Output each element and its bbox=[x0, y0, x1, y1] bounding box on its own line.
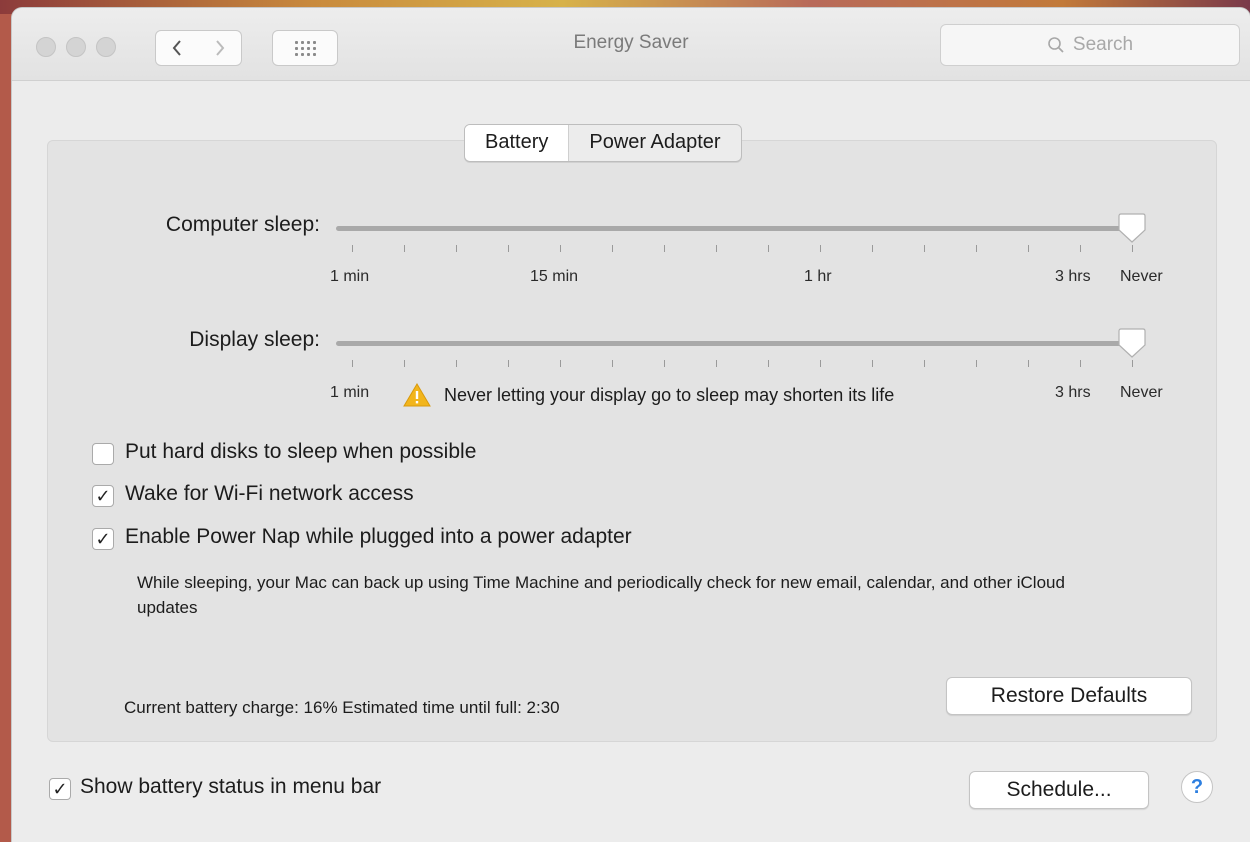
display-sleep-tick-never: Never bbox=[1120, 384, 1163, 401]
slider-tick bbox=[976, 360, 977, 367]
checkmark-icon: ✓ bbox=[95, 486, 111, 506]
display-sleep-tick-1min: 1 min bbox=[330, 384, 370, 401]
search-icon bbox=[1048, 37, 1064, 53]
slider-tick bbox=[352, 245, 353, 252]
slider-tick bbox=[456, 360, 457, 367]
display-sleep-slider-knob[interactable] bbox=[1118, 327, 1146, 359]
slider-tick bbox=[560, 360, 561, 367]
show-battery-status-checkbox[interactable]: ✓ bbox=[49, 778, 71, 800]
slider-tick bbox=[612, 245, 613, 252]
slider-tick bbox=[1132, 360, 1133, 367]
slider-tick bbox=[560, 245, 561, 252]
power-nap-description: While sleeping, your Mac can back up usi… bbox=[137, 573, 1065, 617]
slider-tick bbox=[404, 360, 405, 367]
slider-tick bbox=[404, 245, 405, 252]
slider-tick bbox=[768, 360, 769, 367]
hard-disks-sleep-checkbox[interactable] bbox=[92, 443, 114, 465]
computer-sleep-label: Computer sleep: bbox=[165, 213, 320, 236]
power-nap-checkbox[interactable]: ✓ bbox=[92, 528, 114, 550]
hard-disks-sleep-label[interactable]: Put hard disks to sleep when possible bbox=[125, 440, 476, 464]
search-field[interactable]: Search bbox=[940, 24, 1240, 66]
display-sleep-tick-3hrs: 3 hrs bbox=[1055, 384, 1091, 401]
energy-saver-window: Energy Saver Search Battery Power Adapte… bbox=[12, 8, 1250, 842]
slider-tick bbox=[976, 245, 977, 252]
slider-tick bbox=[612, 360, 613, 367]
display-sleep-label: Display sleep: bbox=[189, 328, 320, 351]
wake-wifi-checkbox[interactable]: ✓ bbox=[92, 485, 114, 507]
checkmark-icon: ✓ bbox=[95, 529, 111, 549]
slider-tick bbox=[716, 360, 717, 367]
slider-tick bbox=[456, 245, 457, 252]
slider-tick bbox=[1080, 360, 1081, 367]
help-button[interactable]: ? bbox=[1181, 771, 1213, 803]
slider-tick bbox=[924, 360, 925, 367]
computer-sleep-slider[interactable] bbox=[336, 226, 1136, 231]
tab-control: Battery Power Adapter bbox=[464, 124, 742, 162]
computer-sleep-tick-1min: 1 min bbox=[330, 268, 370, 285]
slider-tick bbox=[352, 360, 353, 367]
computer-sleep-tick-3hrs: 3 hrs bbox=[1055, 268, 1091, 285]
computer-sleep-tick-1hr: 1 hr bbox=[804, 268, 832, 285]
wake-wifi-label[interactable]: Wake for Wi-Fi network access bbox=[125, 482, 414, 506]
computer-sleep-slider-knob[interactable] bbox=[1118, 212, 1146, 244]
warning-text: Never letting your display go to sleep m… bbox=[444, 384, 895, 405]
slider-tick bbox=[508, 245, 509, 252]
slider-tick bbox=[1028, 360, 1029, 367]
slider-tick bbox=[820, 245, 821, 252]
search-placeholder: Search bbox=[1072, 34, 1134, 55]
show-battery-status-label[interactable]: Show battery status in menu bar bbox=[80, 775, 381, 799]
slider-tick bbox=[1132, 245, 1133, 252]
computer-sleep-tick-15min: 15 min bbox=[530, 268, 579, 285]
slider-tick bbox=[664, 360, 665, 367]
computer-sleep-tick-never: Never bbox=[1120, 268, 1163, 285]
help-icon: ? bbox=[1190, 775, 1204, 798]
slider-tick bbox=[924, 245, 925, 252]
slider-tick bbox=[1028, 245, 1029, 252]
slider-tick bbox=[508, 360, 509, 367]
display-sleep-slider[interactable] bbox=[336, 341, 1136, 346]
checkmark-icon: ✓ bbox=[52, 779, 68, 799]
titlebar: Energy Saver Search bbox=[12, 8, 1250, 81]
slider-tick bbox=[820, 360, 821, 367]
restore-defaults-button[interactable]: Restore Defaults bbox=[946, 677, 1192, 715]
power-nap-label[interactable]: Enable Power Nap while plugged into a po… bbox=[125, 525, 632, 549]
slider-tick bbox=[1080, 245, 1081, 252]
display-sleep-warning: Never letting your display go to sleep m… bbox=[402, 382, 894, 408]
slider-tick bbox=[872, 245, 873, 252]
slider-tick bbox=[716, 245, 717, 252]
battery-status-text: Current battery charge: 16% Estimated ti… bbox=[124, 698, 560, 717]
slider-tick bbox=[768, 245, 769, 252]
tab-battery[interactable]: Battery bbox=[465, 125, 570, 161]
tab-power-adapter[interactable]: Power Adapter bbox=[569, 125, 740, 161]
warning-icon bbox=[403, 383, 431, 407]
slider-tick bbox=[664, 245, 665, 252]
schedule-button[interactable]: Schedule... bbox=[969, 771, 1149, 809]
slider-tick bbox=[872, 360, 873, 367]
